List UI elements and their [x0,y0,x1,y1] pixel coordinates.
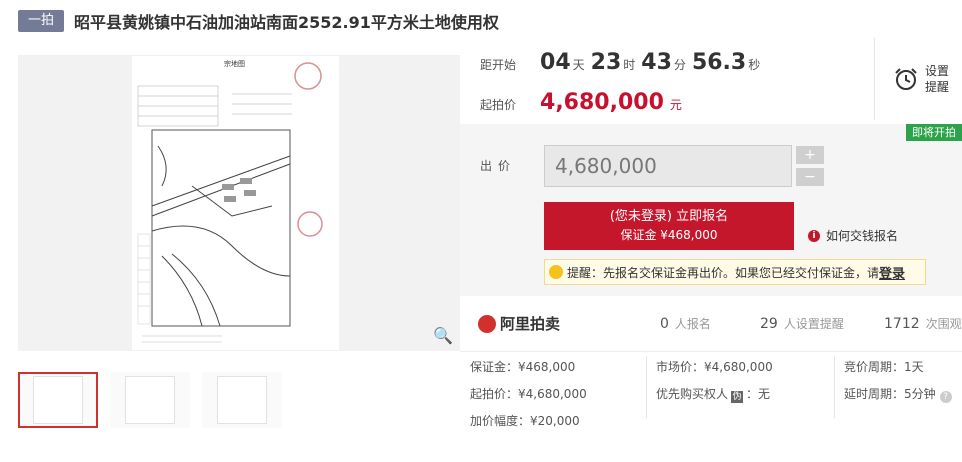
priority-label: 优先购买权人 [656,387,729,401]
signup-line2: 保证金 ¥468,000 [620,228,718,242]
delay-label: 延时周期：5分钟 [844,387,936,401]
bid-amount-input[interactable]: 4,680,000 [544,145,792,187]
thumbnail-2-image [125,376,175,424]
doc-heading: 宗地图 [224,59,245,68]
view-count-value: 1712 [884,316,920,332]
auction-round-badge: 一拍 [18,10,65,32]
thumbnail-1-image [33,376,83,424]
start-price-label: 起拍价 [480,98,517,112]
priority-icon: 伪 [731,391,744,403]
details-divider-2 [834,356,835,418]
signup-count-value: 0 [660,316,669,332]
signup-button[interactable]: (您未登录) 立即报名 保证金 ¥468,000 [544,202,794,250]
reminder-line1: 设置 [925,64,950,78]
view-count-label: 次围观 [925,317,962,331]
alarm-clock-icon [895,68,917,90]
bid-label: 出价 [480,159,517,173]
brand-name: 阿里拍卖 [500,315,561,333]
notice-banner: 提醒：先报名交保证金再出价。如果您已经交付保证金，请 登录 [544,259,926,285]
land-map-document: 宗地图 [132,56,339,350]
thumbnail-3-image [217,376,267,424]
thumbnail-2[interactable] [110,372,190,428]
how-to-pay-label: 如何交钱报名 [826,229,899,243]
days-unit: 天 [572,58,585,72]
zoom-icon[interactable]: 🔍 [432,325,454,347]
alipai-logo-icon [478,314,496,333]
detail-market-price: 市场价：¥4,680,000 [656,360,773,374]
detail-cycle: 竞价周期：1天 [844,360,924,374]
countdown-days: 04 [540,50,571,75]
signup-line1: (您未登录) 立即报名 [609,209,729,224]
info-icon: i [808,229,820,242]
detail-start-price: 起拍价：¥4,680,000 [470,387,587,401]
reminder-count-label: 人设置提醒 [783,317,844,331]
bid-stepper: + − [796,146,824,190]
thumbnail-3[interactable] [202,372,282,428]
status-badge: 即将开拍 [906,124,962,141]
countdown-minutes: 43 [641,50,672,75]
title-row: 一拍 昭平县黄姚镇中石油加油站南面2552.91平方米土地使用权 [18,8,499,34]
page-title: 昭平县黄姚镇中石油加油站南面2552.91平方米土地使用权 [74,13,499,32]
start-price-value: 4,680,000 [540,90,664,115]
detail-delay: 延时周期：5分钟? [844,385,952,403]
reminder-count: 29 人设置提醒 [760,315,884,332]
how-to-pay-link[interactable]: i 如何交钱报名 [808,227,898,244]
countdown-hours: 23 [590,50,622,75]
bid-section: 即将开拍 出价 4,680,000 + − (您未登录) 立即报名 保证金 ¥4… [460,124,962,296]
reminder-line2: 提醒 [925,80,950,94]
seconds-unit: 秒 [748,58,761,72]
decrease-bid-button[interactable]: − [796,168,824,186]
start-price: 起拍价 4,680,000 元 [480,90,682,115]
increase-bid-button[interactable]: + [796,146,824,164]
thumbnail-1[interactable] [18,372,98,428]
signup-count: 0 人报名 [660,315,760,332]
lightbulb-icon [549,265,563,279]
hours-unit: 时 [623,58,636,72]
priority-value: ：无 [746,387,771,401]
reminder-count-value: 29 [760,316,778,332]
login-link[interactable]: 登录 [879,263,905,282]
main-image-viewer[interactable]: 宗地图 🔍 [18,55,460,351]
thumbnail-strip [18,372,282,428]
question-icon[interactable]: ? [939,391,952,403]
countdown-label: 距开始 [480,58,517,72]
countdown: 距开始 04 天 23 时 43 分 56.3 秒 [480,50,766,75]
detail-increment: 加价幅度：¥20,000 [470,414,580,428]
alipai-logo: 阿里拍卖 [478,313,660,334]
details-divider-1 [646,356,647,418]
start-price-unit: 元 [669,98,682,112]
countdown-seconds: 56.3 [691,50,747,75]
view-count: 1712 次围观 [884,315,962,332]
notice-text: 提醒：先报名交保证金再出价。如果您已经交付保证金，请 [567,265,880,280]
minutes-unit: 分 [673,58,686,72]
set-reminder-button[interactable]: 设置 提醒 [874,38,962,120]
detail-deposit: 保证金：¥468,000 [470,360,576,374]
stats-bar: 阿里拍卖 0 人报名 29 人设置提醒 1712 次围观 [460,296,962,352]
detail-priority: 优先购买权人伪：无 [656,385,770,403]
signup-count-label: 人报名 [674,317,711,331]
